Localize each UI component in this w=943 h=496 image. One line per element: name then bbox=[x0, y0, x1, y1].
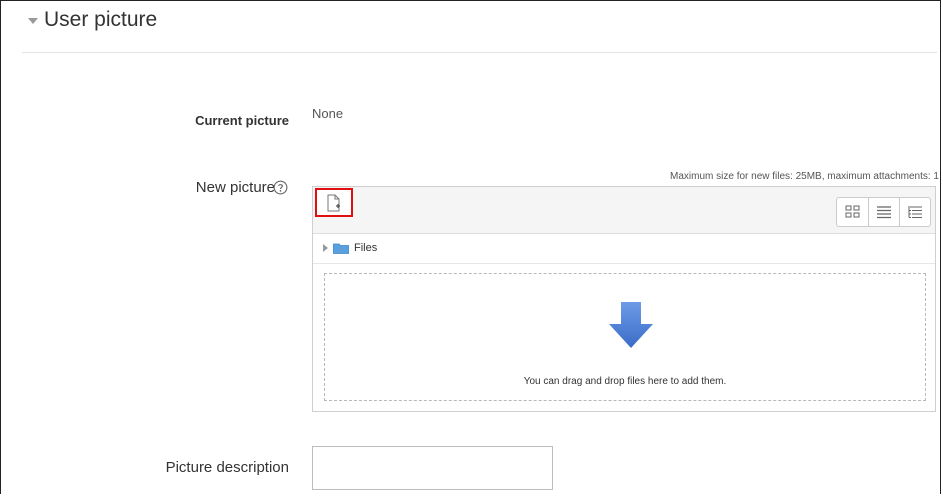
file-path-bar: Files bbox=[313, 233, 935, 264]
caret-down-icon bbox=[28, 18, 38, 24]
icons-view-button[interactable] bbox=[837, 198, 868, 226]
drop-zone-text: You can drag and drop files here to add … bbox=[523, 376, 727, 387]
file-picker-toolbar bbox=[313, 187, 935, 234]
tree-view-icon bbox=[908, 206, 922, 218]
files-folder-link[interactable]: Files bbox=[354, 242, 377, 254]
current-picture-label: Current picture bbox=[195, 113, 289, 128]
down-arrow-icon bbox=[609, 302, 653, 348]
section-header-user-picture[interactable]: User picture bbox=[28, 8, 157, 32]
picture-description-label: Picture description bbox=[165, 459, 289, 476]
add-file-icon bbox=[327, 194, 340, 211]
tree-view-button[interactable] bbox=[899, 198, 930, 226]
list-view-button[interactable] bbox=[868, 198, 899, 226]
folder-icon bbox=[333, 243, 349, 254]
new-picture-label: New picture bbox=[195, 179, 275, 196]
drop-zone[interactable]: You can drag and drop files here to add … bbox=[324, 273, 926, 401]
picture-description-input[interactable] bbox=[312, 446, 553, 490]
section-title: User picture bbox=[44, 8, 158, 31]
help-icon[interactable] bbox=[273, 180, 288, 195]
file-picker: Files You can drag and drop files here t… bbox=[312, 186, 936, 412]
expand-arrow-icon[interactable] bbox=[323, 244, 328, 252]
max-size-note: Maximum size for new files: 25MB, maximu… bbox=[670, 171, 939, 182]
icons-view-icon bbox=[845, 205, 859, 218]
list-view-icon bbox=[877, 206, 891, 219]
add-file-button[interactable] bbox=[315, 188, 353, 217]
current-picture-value: None bbox=[312, 106, 344, 121]
view-mode-group bbox=[836, 197, 931, 227]
section-divider bbox=[22, 52, 937, 53]
